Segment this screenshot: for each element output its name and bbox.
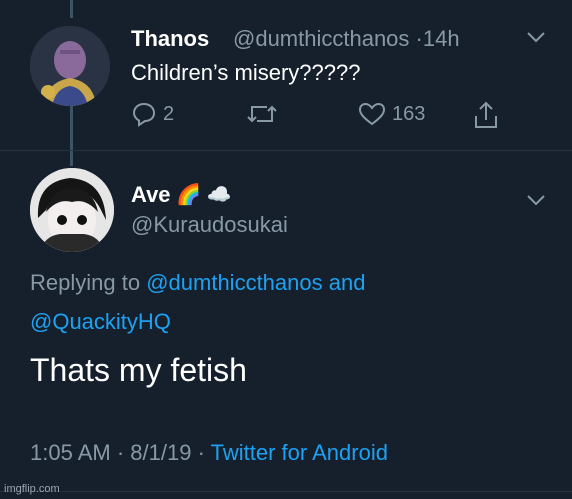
tweet-date[interactable]: 8/1/19 [130,440,191,465]
chevron-down-icon[interactable] [526,30,546,44]
timestamp-separator-1: · [116,440,125,465]
parent-time[interactable]: 14h [423,26,460,51]
parent-handle[interactable]: @dumthiccthanos [233,26,409,51]
reply-user-link-2[interactable]: @QuackityHQ [30,309,171,335]
share-icon[interactable] [472,100,500,130]
bottom-divider [0,491,572,492]
reply-icon[interactable] [131,101,157,127]
replying-prefix: Replying to [30,270,141,295]
thread-line-top [70,0,73,18]
main-display-emoji: 🌈 ☁️ [176,184,232,206]
reply-and[interactable]: and [329,270,366,295]
avatar-ave[interactable] [30,168,114,252]
main-handle[interactable]: @Kuraudosukai [131,212,288,238]
main-tweet-text: Thats my fetish [30,352,247,388]
tweet-time[interactable]: 1:05 AM [30,440,111,465]
parent-separator: · [415,26,423,51]
parent-display-name[interactable]: Thanos [131,26,209,52]
thread-line-middle [70,106,73,166]
parent-tweet-text: Children’s misery????? [131,60,361,85]
retweet-icon[interactable] [245,101,279,127]
tweet-source-link[interactable]: Twitter for Android [211,440,388,465]
watermark: imgflip.com [4,483,60,495]
parent-meta: @dumthiccthanos ·14h [233,26,460,52]
avatar-thanos[interactable] [30,26,110,106]
reply-count: 2 [163,103,175,125]
tweet-divider [0,150,572,151]
reply-user-link-1[interactable]: @dumthiccthanos [146,270,322,295]
like-icon[interactable] [358,101,386,127]
timestamp-separator-2: · [197,440,205,465]
main-display-name[interactable]: Ave [131,182,171,208]
tweet-timestamp-line: 1:05 AM · 8/1/19 · Twitter for Android [30,440,388,466]
like-count: 163 [392,103,426,125]
replying-to-line: Replying to @dumthiccthanos and [30,270,365,296]
chevron-down-icon[interactable] [526,193,546,207]
